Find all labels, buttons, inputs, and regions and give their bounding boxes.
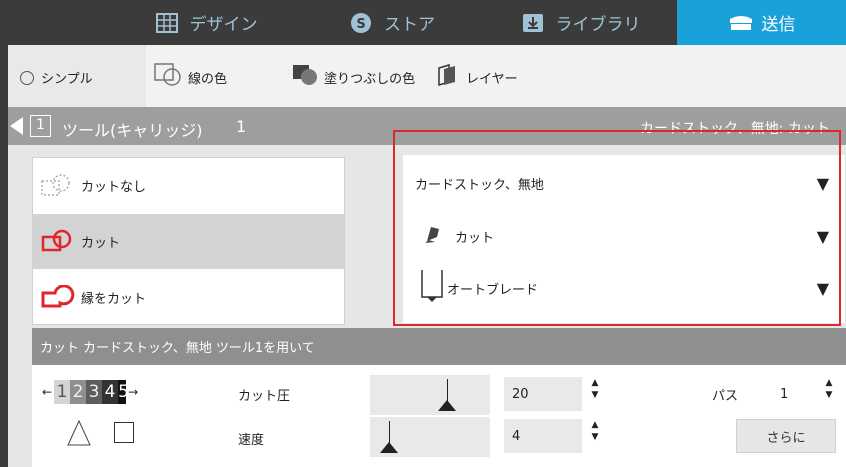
radio-icon [20,70,34,85]
layer-label: レイヤー [466,71,518,87]
cut-summary-bar: カット カードストック、無地 ツール1を用いて [32,328,846,365]
speed-value: 4 [512,428,521,444]
mode-label: 縁をカット [81,292,147,307]
tool-digit: 3 [86,380,103,404]
tool-selector-strip[interactable]: ← 1 2 3 4 5 → [42,379,154,405]
no-cut-icon [41,173,75,199]
panel-mode-toolbar: シンプル 線の色 塗りつぶしの色 レイヤー [8,45,846,107]
cut-icon [41,229,75,255]
slider-handle[interactable] [380,442,398,453]
line-type-icon[interactable] [66,419,92,453]
line-color-option[interactable]: 線の色 [154,63,227,91]
slider-tick [389,421,390,443]
speed-spinner[interactable]: ▲ ▼ [588,419,602,447]
passes-input[interactable]: 1 [772,377,812,411]
speed-slider[interactable] [370,417,490,457]
fill-color-option[interactable]: 塗りつぶしの色 [292,64,415,90]
slider-handle[interactable] [438,400,456,411]
passes-label: パス [712,389,739,404]
tab-label: デザイン [189,15,258,35]
tool-number-box: 1 [30,115,51,137]
svg-text:S: S [356,17,365,32]
layer-icon [436,63,458,90]
left-arrow-icon: ← [42,385,53,399]
tab-design[interactable]: デザイン [114,0,299,45]
tab-label: ストア [384,15,435,35]
layer-option[interactable]: レイヤー [436,63,518,90]
square-icon[interactable] [114,422,134,443]
tab-library[interactable]: ライブラリ [486,0,676,45]
tool-digit: 2 [70,380,87,404]
force-label: カット圧 [238,389,291,404]
mode-no-cut[interactable]: カットなし [33,158,344,213]
tab-label: ライブラリ [555,15,641,35]
force-value: 20 [512,386,529,402]
status-prefix: カット [40,341,80,356]
back-arrow-icon[interactable] [10,117,23,135]
mode-cut[interactable]: カット [33,214,344,269]
top-navigation: デザイン S ストア ライブラリ 送信 [0,0,846,45]
speed-label: 速度 [238,433,265,448]
tool-header-index: 1 [236,117,247,136]
slider-tick [447,379,448,401]
more-settings-button[interactable]: さらに [736,419,836,453]
force-spinner[interactable]: ▲ ▼ [588,377,602,405]
library-download-icon [522,13,544,33]
send-cutter-icon [728,13,752,33]
store-s-icon: S [350,12,372,33]
right-arrow-icon: → [128,385,139,399]
cut-parameters: ← 1 2 3 4 5 → カット圧 20 ▲ ▼ パス 1 ▲ ▼ 速度 4 … [32,365,846,467]
status-material: カードストック、無地 [83,341,212,356]
tool-digit: 4 [102,380,119,404]
tool-header-label: ツール(キャリッジ) [62,121,203,140]
cut-mode-list: カットなし カット 縁をカット [32,157,345,325]
status-suffix: ツール1を用いて [215,341,315,356]
tool-digit: 5 [118,380,127,404]
speed-input[interactable]: 4 [504,419,582,453]
simple-label: シンプル [41,72,93,87]
mode-label: カット [81,236,121,251]
grid-icon [155,12,178,33]
fill-color-label: 塗りつぶしの色 [324,71,416,87]
mode-label: カットなし [81,180,147,195]
tool-digit: 1 [54,380,71,404]
cut-edge-icon [41,283,75,311]
passes-value: 1 [780,386,789,402]
force-input[interactable]: 20 [504,377,582,411]
tab-label: 送信 [761,15,796,35]
mode-cut-edge[interactable]: 縁をカット [33,270,344,325]
line-color-icon [154,63,182,91]
force-slider[interactable] [370,375,490,415]
passes-spinner[interactable]: ▲ ▼ [822,377,836,405]
fill-color-icon [292,64,320,90]
tab-store[interactable]: S ストア [300,0,485,45]
simple-mode-option[interactable]: シンプル [20,68,93,87]
highlight-box [393,130,841,326]
tab-send[interactable]: 送信 [677,0,846,45]
line-color-label: 線の色 [188,71,228,87]
